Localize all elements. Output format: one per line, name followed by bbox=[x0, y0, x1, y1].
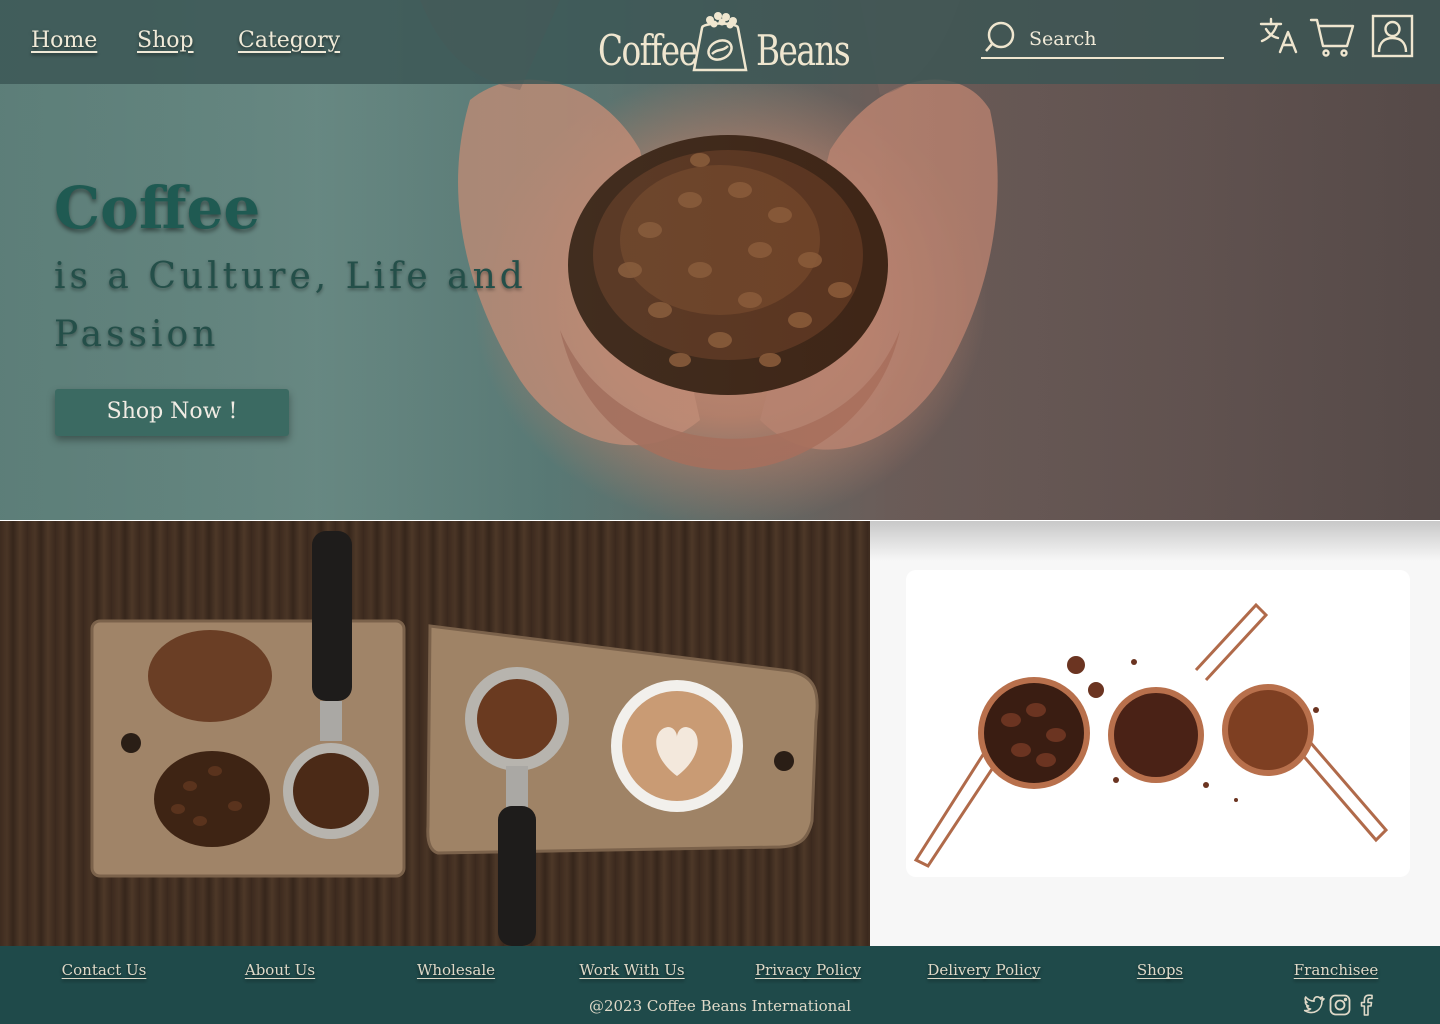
measuring-scoops-illustration bbox=[913, 602, 1389, 868]
shop-now-button[interactable]: Shop Now ! bbox=[55, 389, 289, 436]
user-icon[interactable] bbox=[1371, 14, 1414, 58]
measuring-scoops-image bbox=[906, 570, 1410, 877]
brand-name-right: Beans bbox=[756, 26, 851, 75]
footer-link-delivery-policy[interactable]: Delivery Policy bbox=[927, 961, 1040, 979]
footer-link-contact-us[interactable]: Contact Us bbox=[62, 961, 147, 979]
twitter-icon[interactable] bbox=[1301, 993, 1325, 1017]
panel-shadow bbox=[870, 521, 1440, 561]
footer-link-about-us[interactable]: About Us bbox=[245, 961, 315, 979]
search-input[interactable] bbox=[1029, 24, 1215, 54]
footer-link-franchisee[interactable]: Franchisee bbox=[1294, 961, 1379, 979]
footer-link-work-with-us[interactable]: Work With Us bbox=[579, 961, 684, 979]
nav-link-category[interactable]: Category bbox=[238, 28, 340, 53]
search-icon[interactable] bbox=[983, 20, 1017, 54]
footer-link-privacy-policy[interactable]: Privacy Policy bbox=[755, 961, 861, 979]
coffee-bag-icon bbox=[692, 12, 748, 72]
footer-link-wholesale[interactable]: Wholesale bbox=[417, 961, 495, 979]
translate-icon[interactable] bbox=[1258, 16, 1300, 56]
cart-icon[interactable] bbox=[1309, 16, 1355, 58]
facebook-icon[interactable] bbox=[1354, 993, 1378, 1017]
nav-link-home[interactable]: Home bbox=[31, 28, 97, 53]
nav-link-shop[interactable]: Shop bbox=[137, 28, 194, 53]
brand-name-left: Coffee bbox=[598, 26, 698, 75]
top-navbar: Home Shop Category Coffee Beans bbox=[0, 0, 1440, 84]
espresso-board-illustration bbox=[90, 531, 819, 946]
instagram-icon[interactable] bbox=[1328, 993, 1352, 1017]
site-footer: Contact Us About Us Wholesale Work With … bbox=[0, 946, 1440, 1024]
footer-link-shops[interactable]: Shops bbox=[1137, 961, 1183, 979]
hero-title: Coffee bbox=[54, 174, 261, 242]
brand-logo[interactable]: Coffee Beans bbox=[596, 8, 851, 78]
hero-subtitle: is a Culture, Life and Passion bbox=[54, 256, 527, 355]
search-bar[interactable] bbox=[981, 18, 1224, 59]
espresso-board-image bbox=[0, 521, 870, 946]
copyright-text: @2023 Coffee Beans International bbox=[588, 997, 852, 1015]
